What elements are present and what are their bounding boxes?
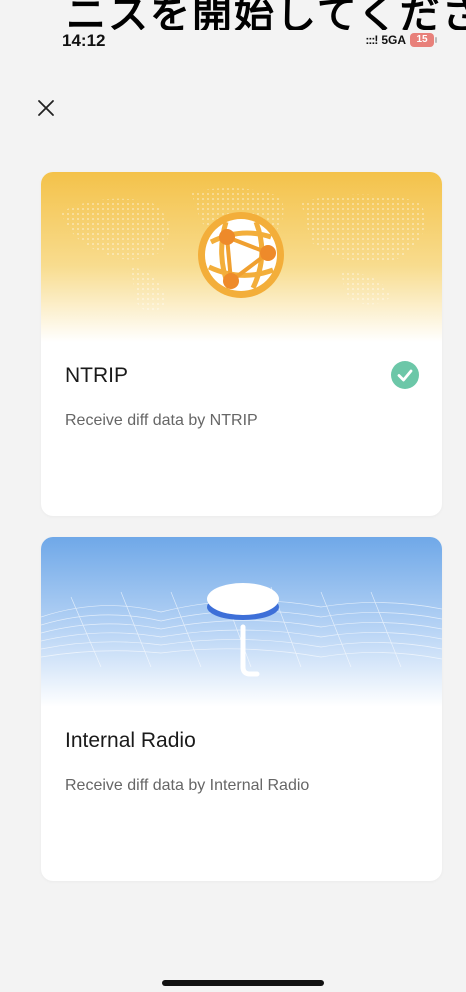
overlay-caption: ニスを開始してください	[66, 0, 466, 30]
card-description: Receive diff data by NTRIP	[65, 412, 258, 429]
close-button[interactable]	[32, 94, 60, 122]
battery-level: 15	[416, 34, 428, 45]
radio-banner	[41, 537, 442, 707]
home-indicator[interactable]	[162, 980, 324, 986]
status-time: 14:12	[62, 31, 106, 50]
card-title: Internal Radio	[65, 729, 196, 752]
card-description: Receive diff data by Internal Radio	[65, 777, 310, 794]
card-title: NTRIP	[65, 364, 128, 387]
check-icon	[391, 361, 419, 389]
status-indicators: :::! 5GA 15	[365, 33, 437, 47]
ntrip-option-card[interactable]: NTRIP Receive diff data by NTRIP	[41, 172, 442, 516]
network-type: 5GA	[381, 33, 406, 47]
close-icon	[38, 100, 54, 116]
network-globe-icon	[198, 212, 284, 298]
status-bar: 14:12 :::! 5GA 15	[0, 28, 466, 56]
signal-icon: :::!	[365, 33, 378, 47]
battery-icon: 15	[410, 33, 437, 47]
ntrip-banner	[41, 172, 442, 342]
top-overlay-text: ニスを開始してください	[0, 0, 466, 30]
internal-radio-option-card[interactable]: Internal Radio Receive diff data by Inte…	[41, 537, 442, 881]
